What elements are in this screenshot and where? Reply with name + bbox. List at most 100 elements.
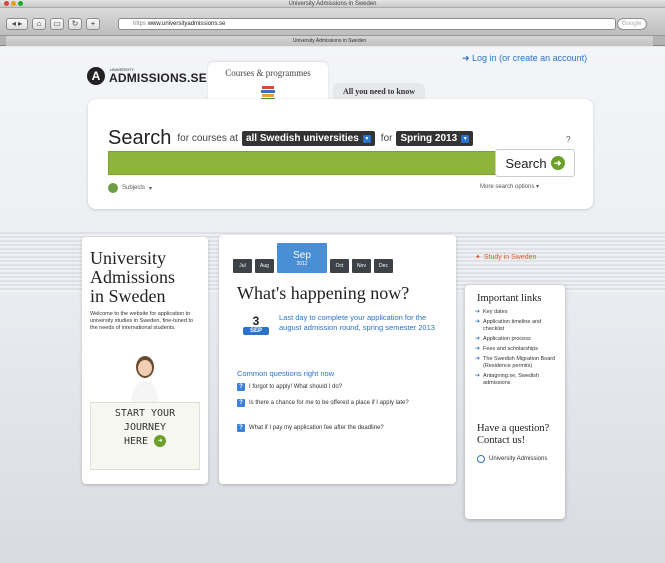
important-link-label: Fees and scholarships (483, 346, 539, 352)
url-scheme: https (133, 21, 147, 27)
important-link[interactable]: ➜ The Swedish Migration Board (Residence … (475, 356, 561, 370)
arrow-right-icon: ➜ (475, 309, 481, 315)
intro-title: University Admissions in Sweden (90, 249, 175, 306)
question-icon: ? (237, 383, 245, 391)
term-select[interactable]: Spring 2013 ▼ (396, 131, 474, 146)
contact-link[interactable]: University Admissions (477, 455, 547, 463)
question-item[interactable]: ? What if I pay my application fee after… (237, 424, 437, 432)
important-links-card: Important links ➜ Key dates ➜ Application … (465, 285, 565, 519)
study-in-sweden-link[interactable]: ✦ Study in Sweden (475, 253, 536, 262)
logo-a-icon: A (87, 67, 105, 85)
chevron-down-icon: ▼ (461, 134, 470, 143)
month-label: Sep (293, 249, 311, 261)
month-tab-sep[interactable]: Sep 2012 (277, 243, 327, 273)
intro-card: University Admissions in Sweden Welcome … (82, 237, 208, 484)
important-link-label: Application process (483, 336, 531, 342)
search-heading: Search (108, 127, 172, 149)
browser-tab[interactable]: University Admissions in Sweden (6, 36, 653, 46)
login-link[interactable]: ➜ Log in (or create an account) (462, 53, 587, 64)
search-button[interactable]: Search ➜ (495, 149, 575, 177)
contact-label: University Admissions (489, 456, 548, 462)
chevron-down-icon: ▾ (149, 185, 153, 192)
window-titlebar: University Admissions in Sweden (0, 0, 665, 8)
question-icon: ? (237, 399, 245, 407)
start-journey-sign[interactable]: START YOUR JOURNEY HERE ➜ (90, 402, 200, 470)
chevron-down-icon: ▼ (362, 134, 371, 143)
url-host: www.universityadmissions.se (147, 21, 226, 27)
important-link-label: The Swedish Migration Board (Residence p… (483, 356, 556, 369)
question-item[interactable]: ? Is there a chance for me to be offered… (237, 399, 437, 407)
student-photo (131, 356, 159, 406)
back-forward-button[interactable]: ◂ ▸ (6, 18, 28, 30)
welcome-text: Welcome to the website for application t… (90, 311, 194, 331)
subjects-label: Subjects (122, 185, 146, 191)
whats-happening-title: What's happening now? (237, 283, 410, 303)
arrow-right-icon: ➜ (154, 435, 167, 447)
site-logo[interactable]: A UNIVERSITY ADMISSIONS.SE (87, 67, 207, 85)
for-courses-at-label: for courses at (177, 133, 238, 144)
address-bar[interactable]: https www.universityadmissions.se (118, 18, 616, 30)
subjects-dropdown[interactable]: Subjects ▾ (108, 183, 152, 193)
question-item[interactable]: ? I forgot to apply! What should I do? (237, 383, 437, 391)
logo-text: ADMISSIONS.SE (109, 71, 207, 85)
question-text: What if I pay my application fee after t… (249, 425, 384, 431)
journey-line: HERE (123, 436, 149, 447)
tab-courses-label: Courses & programmes (225, 68, 311, 78)
journey-line: START YOUR (114, 408, 176, 419)
important-link-label: Key dates (483, 309, 508, 315)
university-select-value: all Swedish universities (245, 133, 359, 144)
important-links-list: ➜ Key dates ➜ Application timeline and che… (475, 309, 561, 390)
intro-title-line: in Sweden (90, 286, 166, 306)
browser-search-field[interactable]: Google (617, 18, 647, 30)
more-search-options-link[interactable]: More search options ▾ (480, 183, 539, 190)
study-in-sweden-area: ✦ Study in Sweden (465, 241, 565, 285)
month-tab-jul[interactable]: Jul (233, 259, 252, 273)
month-tab-aug[interactable]: Aug (255, 259, 274, 273)
web-page: ➜ Log in (or create an account) A UNIVER… (0, 47, 665, 563)
add-bookmark-icon[interactable]: + (86, 18, 100, 30)
arrow-right-icon: ➜ (475, 356, 481, 362)
search-sentence: Search for courses at all Swedish univer… (108, 127, 474, 150)
whats-happening-card: Jul Aug Sep 2012 Oct Nov Dec What's happ… (219, 235, 456, 484)
search-button-label: Search (505, 155, 547, 171)
sweden-flag-icon: ✦ (475, 254, 481, 261)
event-month: SEP (243, 327, 269, 335)
question-icon: ? (237, 424, 245, 432)
important-link-label: Application timeline and checklist (483, 319, 542, 332)
intro-title-line: University (90, 248, 166, 268)
search-input[interactable] (108, 151, 496, 175)
important-link[interactable]: ➜ Antagning.se, Swedish admissions (475, 373, 561, 387)
important-link-label: Antagning.se, Swedish admissions (483, 373, 539, 386)
month-tab-oct[interactable]: Oct (330, 259, 349, 273)
browser-tabstrip: University Admissions in Sweden (0, 36, 665, 46)
month-tab-dec[interactable]: Dec (374, 259, 393, 273)
arrow-right-icon: ➜ (475, 346, 481, 352)
question-text: I forgot to apply! What should I do? (249, 384, 343, 390)
tree-icon (108, 183, 118, 193)
arrow-right-icon: ➜ (475, 336, 481, 342)
bookmarks-icon[interactable]: ▭ (50, 18, 64, 30)
month-selector: Jul Aug Sep 2012 Oct Nov Dec (233, 243, 393, 273)
university-select[interactable]: all Swedish universities ▼ (241, 131, 375, 146)
journey-line: JOURNEY (123, 422, 167, 433)
search-panel: Search for courses at all Swedish univer… (88, 99, 593, 209)
term-select-value: Spring 2013 (400, 133, 458, 144)
arrow-right-icon: ➜ (475, 319, 481, 325)
reload-icon[interactable]: ↻ (68, 18, 82, 30)
arrow-right-icon: ➜ (475, 373, 481, 379)
event-day: 3 (252, 314, 260, 328)
event-link[interactable]: Last day to complete your application fo… (279, 313, 439, 333)
contact-icon (477, 455, 485, 463)
important-link[interactable]: ➜ Application process (475, 336, 561, 343)
event-date-badge: 3 SEP (243, 315, 269, 335)
for-label: for (380, 133, 393, 144)
important-link[interactable]: ➜ Application timeline and checklist (475, 319, 561, 333)
month-year: 2012 (296, 260, 308, 267)
browser-toolbar: ◂ ▸ ⌂ ▭ ↻ + https www.universityadmissio… (0, 8, 665, 36)
important-link[interactable]: ➜ Key dates (475, 309, 561, 316)
common-questions-heading: Common questions right now (237, 369, 335, 378)
important-link[interactable]: ➜ Fees and scholarships (475, 346, 561, 353)
month-tab-nov[interactable]: Nov (352, 259, 371, 273)
home-icon[interactable]: ⌂ (32, 18, 46, 30)
help-icon[interactable]: ? (566, 135, 570, 144)
